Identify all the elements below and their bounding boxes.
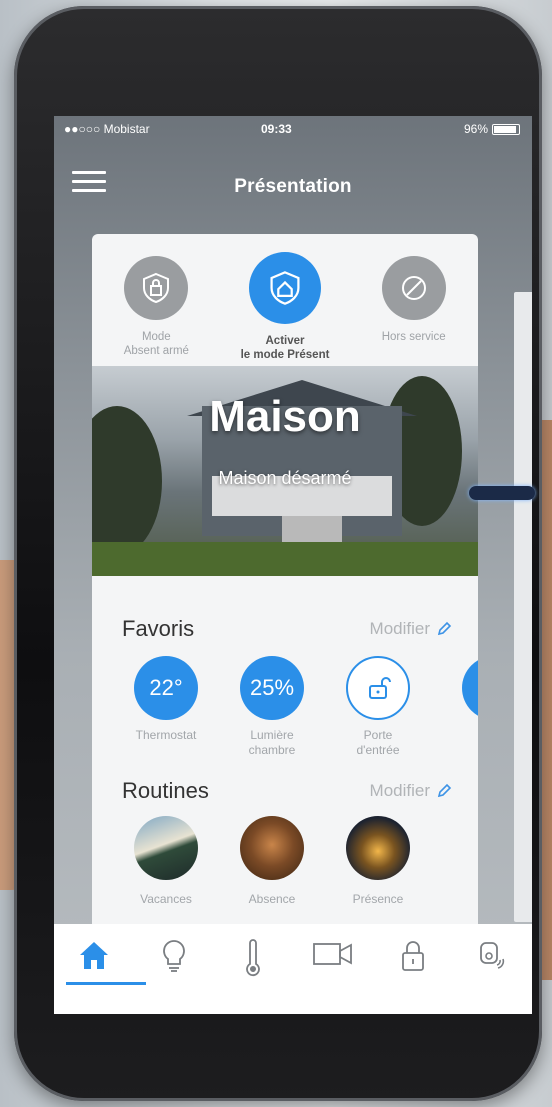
routines-modify-label: Modifier xyxy=(369,781,430,800)
mode-away-line2: Absent armé xyxy=(123,345,189,357)
tab-climate[interactable] xyxy=(213,924,293,1014)
home-icon xyxy=(79,942,108,969)
pencil-icon xyxy=(437,621,452,636)
phone-screen: ●●○○○ Mobistar 09:33 96% Présentation Mo… xyxy=(54,116,532,1014)
routine-presence[interactable]: Présence xyxy=(328,816,428,906)
bottom-tab-bar xyxy=(54,924,532,1014)
lawn xyxy=(92,542,478,576)
carrier-label: ●●○○○ Mobistar xyxy=(64,122,150,136)
mode-present-line2: le mode Présent xyxy=(240,349,330,361)
door-photo-icon xyxy=(240,816,304,880)
routine-absence[interactable]: Absence xyxy=(222,816,322,906)
hero-status: Maison désarmé xyxy=(218,468,352,488)
shield-home-icon xyxy=(249,252,321,324)
top-nav-bar: Présentation xyxy=(54,154,532,210)
routines-header: Routines Modifier xyxy=(122,778,452,804)
hero-title: Maison xyxy=(209,392,361,441)
favorite-next-peek[interactable] xyxy=(444,656,478,720)
thermometer-icon xyxy=(246,939,261,977)
camera-icon xyxy=(312,943,352,965)
mode-out-of-service-button[interactable]: Hors service xyxy=(349,234,478,366)
tab-locks[interactable] xyxy=(373,924,453,1014)
disabled-circle-icon xyxy=(381,256,446,320)
beach-photo-icon xyxy=(134,816,198,880)
status-time: 09:33 xyxy=(261,122,292,136)
favorite-label: Lumière xyxy=(250,728,294,742)
tab-cameras[interactable] xyxy=(293,924,373,1014)
bulb-icon xyxy=(162,940,185,972)
pencil-icon xyxy=(437,783,452,798)
unlock-icon xyxy=(346,656,410,720)
active-tab-indicator xyxy=(66,982,146,985)
favorite-thermostat[interactable]: 22° Thermostat xyxy=(116,656,216,743)
favorite-label: Porte xyxy=(363,728,393,742)
battery-icon xyxy=(492,123,520,135)
thermostat-value: 22° xyxy=(134,656,198,720)
page-title: Présentation xyxy=(234,176,352,197)
home-hero-image: Maison Maison désarmé xyxy=(92,366,478,576)
favorites-header: Favoris Modifier xyxy=(122,616,452,642)
swipe-indicator xyxy=(469,486,535,500)
favorites-modify-label: Modifier xyxy=(369,619,430,638)
tab-sensors[interactable] xyxy=(452,924,532,1014)
battery-percent: 96% xyxy=(463,122,488,136)
mode-present-line1: Activer xyxy=(265,335,305,347)
home-card: Mode Absent armé Activer le mode Présent H… xyxy=(92,234,478,1014)
mode-away-armed-button[interactable]: Mode Absent armé xyxy=(92,234,221,366)
status-bar: ●●○○○ Mobistar 09:33 96% xyxy=(54,116,532,144)
house-steps xyxy=(282,516,342,542)
routine-label: Vacances xyxy=(140,892,192,906)
favorites-modify-button[interactable]: Modifier xyxy=(370,619,452,639)
light-value: 25% xyxy=(240,656,304,720)
phone-frame: ●●○○○ Mobistar 09:33 96% Présentation Mo… xyxy=(14,6,542,1101)
favorite-label-2: chambre xyxy=(248,743,296,757)
tab-lights[interactable] xyxy=(134,924,214,1014)
routine-label: Présence xyxy=(352,892,404,906)
mode-present-button[interactable]: Activer le mode Présent xyxy=(221,234,350,366)
mode-selector: Mode Absent armé Activer le mode Présent H… xyxy=(92,234,478,366)
sensor-icon xyxy=(480,942,505,969)
routines-modify-button[interactable]: Modifier xyxy=(370,781,452,801)
house-night-photo-icon xyxy=(346,816,410,880)
favorites-title: Favoris xyxy=(122,616,195,641)
routines-title: Routines xyxy=(122,778,209,803)
mode-out-line1: Hors service xyxy=(381,331,446,343)
shield-lock-icon xyxy=(124,256,189,320)
battery-indicator: 96% xyxy=(464,122,520,136)
lock-icon xyxy=(401,941,424,971)
favorite-label: Thermostat xyxy=(135,728,197,742)
favorite-bedroom-light[interactable]: 25% Lumière chambre xyxy=(222,656,322,758)
routine-vacances[interactable]: Vacances xyxy=(116,816,216,906)
favorite-label-2: d'entrée xyxy=(356,743,400,757)
mode-away-line1: Mode xyxy=(141,331,171,343)
routine-label: Absence xyxy=(248,892,296,906)
favorite-peek-circle xyxy=(462,656,478,720)
next-card-peek[interactable] xyxy=(514,292,532,922)
favorite-front-door[interactable]: Porte d'entrée xyxy=(328,656,428,758)
tab-home[interactable] xyxy=(54,924,134,1014)
